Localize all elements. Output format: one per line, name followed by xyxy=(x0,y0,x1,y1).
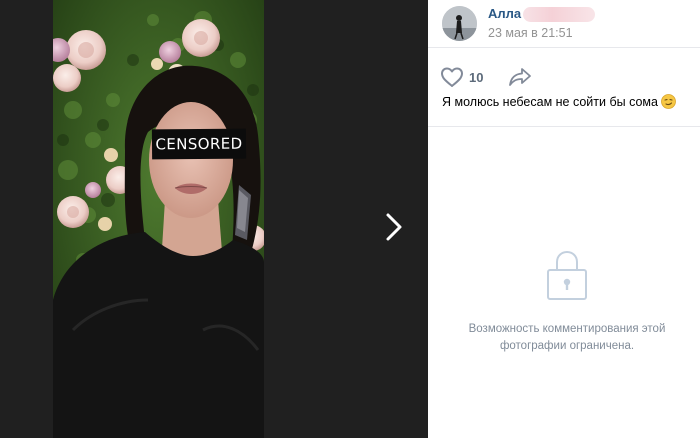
avatar[interactable] xyxy=(442,6,477,41)
caption-text: Я молюсь небесам не сойти бы сома xyxy=(442,95,658,109)
censor-bar: CENSORED xyxy=(151,128,247,160)
photo-actions: 10 xyxy=(428,60,700,90)
avatar-image xyxy=(442,6,477,41)
share-arrow-icon xyxy=(509,68,531,86)
divider xyxy=(428,47,700,48)
divider xyxy=(428,126,700,127)
heart-outline-icon xyxy=(441,67,463,87)
like-count: 10 xyxy=(469,70,484,85)
photo[interactable]: CENSORED xyxy=(53,0,264,438)
redacted-surname xyxy=(523,7,595,22)
photo-viewer: CENSORED xyxy=(0,0,428,438)
chevron-right-icon xyxy=(386,213,402,241)
lock-icon xyxy=(546,248,588,302)
author-header: Алла 23 мая в 21:51 xyxy=(428,0,700,46)
photo-image xyxy=(53,0,264,438)
share-button[interactable] xyxy=(508,67,532,87)
photo-side-panel: Алла 23 мая в 21:51 10 Я молюсь небесам … xyxy=(428,0,700,438)
next-photo-button[interactable] xyxy=(380,210,408,244)
restricted-line-1: Возможность комментирования этой xyxy=(468,323,666,335)
author-name-link[interactable]: Алла xyxy=(488,6,521,21)
comments-restricted-message: Возможность комментирования этой фотогра… xyxy=(444,321,690,355)
smirk-emoji-icon xyxy=(661,94,676,112)
photo-caption: Я молюсь небесам не сойти бы сома xyxy=(442,94,692,112)
post-date[interactable]: 23 мая в 21:51 xyxy=(488,26,573,40)
restricted-line-2: фотографии ограничена. xyxy=(499,340,635,352)
